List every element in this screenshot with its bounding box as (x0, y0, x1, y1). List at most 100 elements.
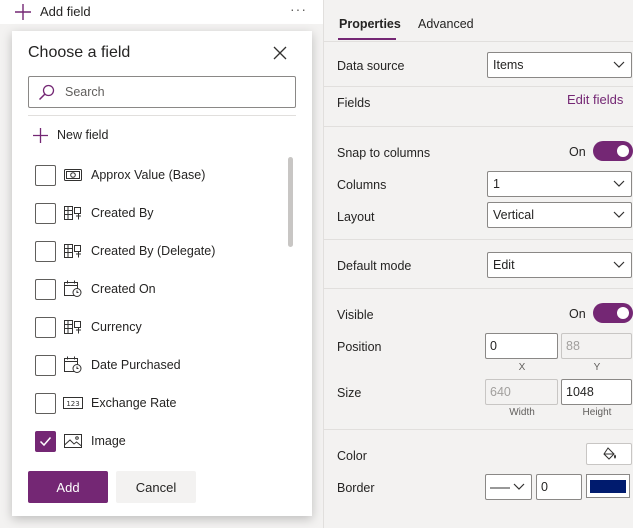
field-name: Image (91, 434, 126, 448)
checkbox[interactable] (35, 165, 56, 186)
tab-properties[interactable]: Properties (339, 17, 401, 31)
chevron-down-icon (613, 211, 625, 218)
calendar-clock-icon (64, 280, 82, 297)
field-name: Created By (91, 206, 154, 220)
field-option[interactable]: Created On (12, 271, 312, 309)
more-options-icon[interactable]: ··· (290, 1, 307, 17)
plus-icon[interactable] (14, 3, 32, 21)
toggle-knob (617, 145, 629, 157)
height-box[interactable] (561, 379, 632, 405)
lookup-icon (64, 206, 81, 220)
scrollbar-thumb[interactable] (288, 157, 293, 247)
plus-icon (33, 128, 48, 143)
columns-label: Columns (337, 178, 387, 192)
snap-to-columns-toggle[interactable] (593, 141, 633, 161)
data-source-dropdown[interactable]: Items (487, 52, 632, 78)
visible-label: Visible (337, 308, 374, 322)
data-source-value: Items (493, 58, 524, 72)
layout-dropdown[interactable]: Vertical (487, 202, 632, 228)
y-label: Y (593, 362, 601, 373)
add-field-label[interactable]: Add field (40, 4, 91, 19)
field-option[interactable]: Approx Value (Base) (12, 157, 312, 195)
field-name: Created On (91, 282, 156, 296)
number-icon: 123 (63, 397, 83, 409)
border-color-swatch[interactable] (586, 474, 630, 498)
divider (324, 239, 633, 240)
checkbox[interactable] (35, 393, 56, 414)
fields-label: Fields (337, 96, 371, 110)
checkbox[interactable] (35, 279, 56, 300)
field-name: Currency (91, 320, 142, 334)
layout-label: Layout (337, 210, 375, 224)
cancel-button[interactable]: Cancel (116, 471, 196, 503)
divider (324, 86, 633, 87)
checkbox[interactable] (35, 241, 56, 262)
position-label: Position (337, 340, 382, 354)
search-icon (38, 84, 55, 101)
field-name: Approx Value (Base) (91, 168, 206, 182)
width-box (485, 379, 558, 405)
checkbox[interactable] (35, 355, 56, 376)
fill-color-button[interactable] (586, 443, 632, 465)
paint-bucket-icon (603, 447, 616, 460)
visible-toggle[interactable] (593, 303, 633, 323)
add-button[interactable]: Add (28, 471, 108, 503)
position-x-input[interactable] (490, 338, 550, 354)
position-x-box[interactable] (485, 333, 558, 359)
color-label: Color (337, 449, 367, 463)
calendar-clock-icon (64, 356, 82, 373)
chevron-down-icon (613, 261, 625, 268)
solid-line-icon (490, 487, 510, 489)
border-label: Border (337, 481, 375, 495)
field-name: Date Purchased (91, 358, 181, 372)
field-option[interactable]: 123 Exchange Rate (12, 385, 312, 423)
width-label: Width (509, 407, 535, 418)
border-thickness-box[interactable] (536, 474, 582, 500)
chevron-down-icon (513, 483, 525, 490)
field-option[interactable]: Currency (12, 309, 312, 347)
checkbox[interactable] (35, 317, 56, 338)
divider (324, 126, 633, 127)
panel-tabs: Properties Advanced (324, 0, 633, 42)
default-mode-value: Edit (493, 258, 515, 272)
chevron-down-icon (613, 180, 625, 187)
edit-fields-link[interactable]: Edit fields (567, 92, 623, 107)
field-option[interactable]: Created By (12, 195, 312, 233)
snap-to-columns-label: Snap to columns (337, 146, 431, 160)
field-list: Approx Value (Base) Created By Created B… (12, 157, 312, 461)
dialog-title: Choose a field (28, 44, 131, 61)
new-field-label: New field (57, 128, 109, 142)
columns-dropdown[interactable]: 1 (487, 171, 632, 197)
field-option[interactable]: Image (12, 423, 312, 461)
border-style-dropdown[interactable] (485, 474, 532, 500)
layout-value: Vertical (493, 208, 534, 222)
border-thickness-input[interactable] (541, 479, 577, 495)
image-icon (64, 434, 82, 448)
default-mode-label: Default mode (337, 259, 412, 273)
search-input[interactable] (65, 83, 285, 101)
divider (324, 41, 633, 42)
divider (28, 115, 296, 116)
close-icon[interactable] (272, 45, 288, 61)
search-box[interactable] (28, 76, 296, 108)
columns-value: 1 (493, 177, 500, 191)
border-color-fill (590, 480, 626, 493)
height-label: Height (582, 407, 612, 418)
field-option[interactable]: Date Purchased (12, 347, 312, 385)
width-input (490, 384, 550, 400)
field-option[interactable]: Created By (Delegate) (12, 233, 312, 271)
position-y-box (561, 333, 632, 359)
field-name: Exchange Rate (91, 396, 177, 410)
checkbox[interactable] (35, 203, 56, 224)
position-y-input (566, 338, 626, 354)
field-name: Created By (Delegate) (91, 244, 216, 258)
chevron-down-icon (613, 61, 625, 68)
add-field-bar: Add field ··· (0, 0, 323, 24)
data-source-label: Data source (337, 59, 405, 73)
height-input[interactable] (566, 384, 626, 400)
tab-advanced[interactable]: Advanced (418, 17, 474, 31)
checkbox-checked[interactable] (35, 431, 56, 452)
divider (324, 429, 633, 430)
default-mode-dropdown[interactable]: Edit (487, 252, 632, 278)
canvas-area: Add field ··· Choose a field New field A… (0, 0, 323, 528)
